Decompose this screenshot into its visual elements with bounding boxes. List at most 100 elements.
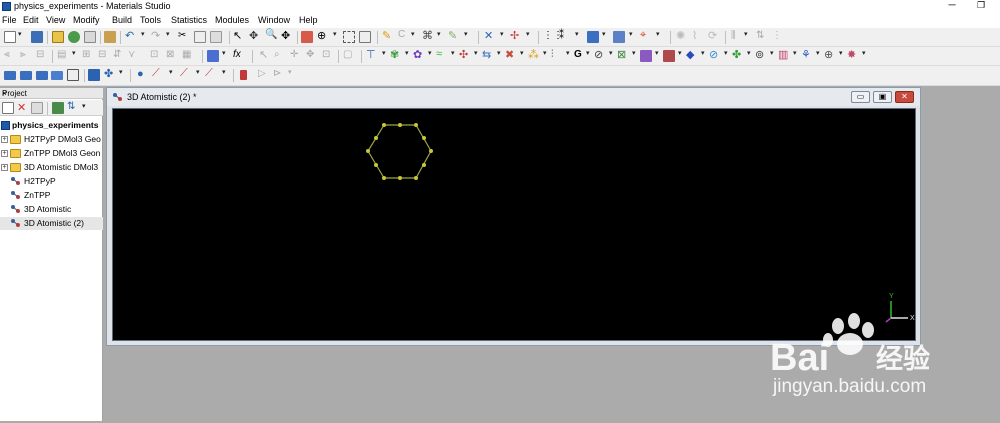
chevron-down-icon[interactable]: ▾ xyxy=(575,30,579,38)
document-minimize-button[interactable]: ▭ xyxy=(851,91,870,103)
chevron-down-icon[interactable]: ▾ xyxy=(222,49,226,57)
menu-tools[interactable]: Tools xyxy=(140,15,161,25)
motion-icon[interactable]: ⟳ xyxy=(708,29,720,42)
redo-icon[interactable]: ↷ xyxy=(151,29,163,42)
paste-icon[interactable] xyxy=(210,31,222,43)
sort-az-icon[interactable]: ⇵ xyxy=(113,49,125,61)
castep-icon[interactable]: ⇆ xyxy=(482,48,494,61)
crosshair-icon[interactable]: ✛ xyxy=(290,49,302,61)
chevron-down-icon[interactable]: ▾ xyxy=(566,49,570,57)
bond-double-icon[interactable]: ⟋ xyxy=(180,67,192,79)
document-title-bar[interactable]: 3D Atomistic (2) * ▭ ▣ ✕ xyxy=(107,88,920,106)
chevron-down-icon[interactable]: ▾ xyxy=(166,30,170,38)
grid-icon[interactable] xyxy=(359,31,371,43)
sort-icon[interactable]: ⇅ xyxy=(67,101,79,113)
3d-viewport[interactable]: Y X xyxy=(112,108,916,341)
chevron-down-icon[interactable]: ▾ xyxy=(609,49,613,57)
compass-icon[interactable]: ⊕ xyxy=(824,48,836,61)
chevron-down-icon[interactable]: ▾ xyxy=(411,30,415,38)
copy-icon[interactable] xyxy=(194,31,206,43)
atom[interactable] xyxy=(382,176,386,180)
chevron-down-icon[interactable]: ▾ xyxy=(405,49,409,57)
forcite-icon[interactable]: ⊤ xyxy=(366,48,378,61)
function-icon[interactable]: fx xyxy=(233,49,245,61)
align-center-icon[interactable]: ⊟ xyxy=(36,49,48,61)
select-arrow-icon[interactable]: ↖ xyxy=(233,29,245,42)
amorphous-icon[interactable]: ✾ xyxy=(390,48,402,61)
document-close-button[interactable]: ✕ xyxy=(895,91,914,103)
mesocite-icon[interactable]: ⁂ xyxy=(528,48,540,61)
clean-icon[interactable]: ✎ xyxy=(448,29,460,42)
record-icon[interactable] xyxy=(240,70,247,80)
fit-screen-icon[interactable] xyxy=(343,31,355,43)
insert-row-icon[interactable]: ⊞ xyxy=(82,49,94,61)
camera-icon[interactable] xyxy=(67,69,79,81)
view-cpk-icon[interactable] xyxy=(51,71,63,80)
chevron-down-icon[interactable]: ▾ xyxy=(119,68,123,76)
reflex-icon[interactable]: ⊘ xyxy=(594,48,606,61)
expand-icon[interactable]: + xyxy=(1,164,8,171)
chevron-down-icon[interactable]: ▾ xyxy=(82,102,86,110)
chevron-down-icon[interactable]: ▾ xyxy=(678,49,682,57)
chevron-down-icon[interactable]: ▾ xyxy=(862,49,866,57)
chevron-down-icon[interactable]: ▾ xyxy=(437,30,441,38)
atom[interactable] xyxy=(422,163,426,167)
chevron-down-icon[interactable]: ▾ xyxy=(196,68,200,76)
chevron-down-icon[interactable]: ▾ xyxy=(464,30,468,38)
fragment-icon[interactable]: ⌘ xyxy=(422,29,434,42)
bonds-icon[interactable]: ⋮⋮ xyxy=(543,30,563,42)
view-stick-icon[interactable] xyxy=(20,71,32,80)
equilibria-icon[interactable]: ⊘ xyxy=(709,48,721,61)
lattice-icon[interactable] xyxy=(613,31,625,43)
document-restore-button[interactable]: ▣ xyxy=(873,91,892,103)
chevron-down-icon[interactable]: ▾ xyxy=(793,49,797,57)
tree-item-folder[interactable]: + ZnTPP DMol3 Geon xyxy=(0,147,103,160)
chevron-down-icon[interactable]: ▾ xyxy=(747,49,751,57)
settings-icon[interactable]: ✤ xyxy=(104,67,116,80)
chevron-down-icon[interactable]: ▾ xyxy=(18,30,22,38)
view-ball-icon[interactable] xyxy=(36,71,48,80)
sorption-icon[interactable] xyxy=(640,50,652,62)
atom[interactable] xyxy=(398,176,402,180)
delete-row-icon[interactable]: ⊟ xyxy=(98,49,110,61)
close-icon[interactable]: × xyxy=(2,89,7,98)
chevron-down-icon[interactable]: ▾ xyxy=(701,49,705,57)
table-icon[interactable]: ▤ xyxy=(57,49,69,61)
new-document-icon[interactable] xyxy=(2,102,14,114)
tree-item-document[interactable]: ZnTPP xyxy=(0,189,103,202)
cut-icon[interactable]: ✂ xyxy=(178,30,190,42)
bond-triple-icon[interactable]: ⟋ xyxy=(205,67,217,79)
pencil-icon[interactable]: ✎ xyxy=(382,29,394,42)
undo-icon[interactable]: ↶ xyxy=(125,29,137,42)
filter-icon[interactable]: ⋮ xyxy=(772,30,784,42)
gaussian-icon[interactable]: G xyxy=(574,49,586,61)
align-right-icon[interactable]: ⫸ xyxy=(20,49,32,61)
new-file-icon[interactable] xyxy=(4,31,16,43)
menu-window[interactable]: Window xyxy=(258,15,290,25)
menu-statistics[interactable]: Statistics xyxy=(171,15,207,25)
chevron-down-icon[interactable]: ▾ xyxy=(382,49,386,57)
chevron-down-icon[interactable]: ▾ xyxy=(770,49,774,57)
chevron-down-icon[interactable]: ▾ xyxy=(222,68,226,76)
chevron-down-icon[interactable]: ▾ xyxy=(724,49,728,57)
measure-icon[interactable]: ⌖ xyxy=(640,29,652,41)
tree-item-document[interactable]: H2TPyP xyxy=(0,175,103,188)
zoom-icon[interactable]: 🔍 xyxy=(265,29,277,41)
atom[interactable] xyxy=(398,123,402,127)
chevron-down-icon[interactable]: ▾ xyxy=(141,30,145,38)
chevron-down-icon[interactable]: ▾ xyxy=(428,49,432,57)
save-icon[interactable] xyxy=(31,31,43,43)
step-icon[interactable]: ⊳ xyxy=(273,68,285,80)
chart-icon[interactable]: ▦ xyxy=(182,49,194,61)
align-left-icon[interactable]: ⫷ xyxy=(4,49,16,61)
chevron-down-icon[interactable]: ▾ xyxy=(586,49,590,57)
display-style-icon[interactable] xyxy=(587,31,599,43)
chevron-down-icon[interactable]: ▾ xyxy=(72,49,76,57)
open-folder-icon[interactable] xyxy=(52,31,64,43)
atom[interactable] xyxy=(366,149,370,153)
animation-icon[interactable]: ✺ xyxy=(676,29,688,42)
chevron-down-icon[interactable]: ▾ xyxy=(520,49,524,57)
chevron-down-icon[interactable]: ▾ xyxy=(655,49,659,57)
refresh-icon[interactable] xyxy=(52,102,64,114)
chevron-down-icon[interactable]: ▾ xyxy=(451,49,455,57)
